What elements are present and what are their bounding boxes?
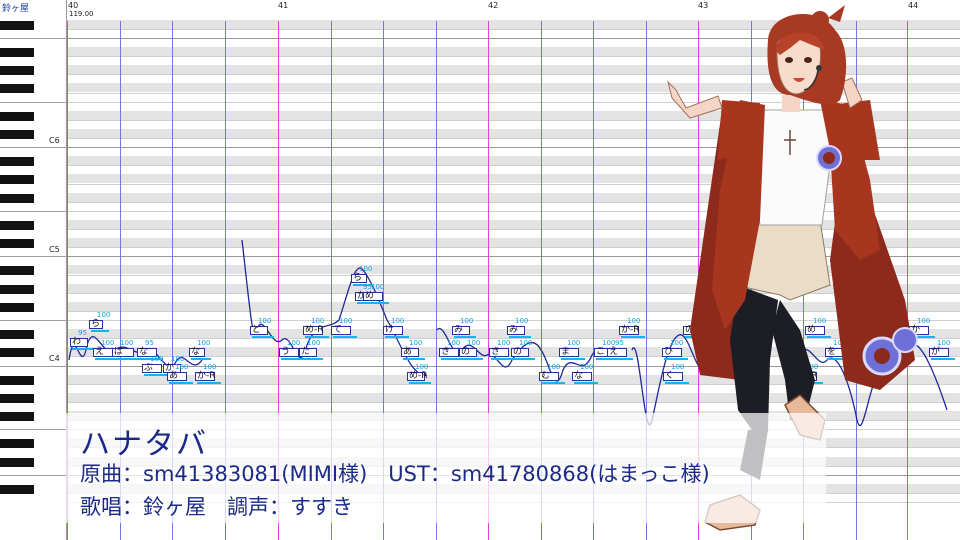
piano-roll-editor: 鈴ヶ屋 C6 C5 C4 119.00 40 41 42 43 44 わ 95 ら 100 え 100… — [0, 0, 960, 540]
credit-singer-tuner: 歌唱：鈴ヶ屋 調声：すすき — [80, 495, 353, 519]
song-credits-overlay: ハナタバ 原曲：sm41383081(MIMI様) UST：sm41780868… — [66, 413, 826, 523]
song-title: ハナタバ — [80, 427, 208, 462]
credit-original-ust: 原曲：sm41383081(MIMI様) UST：sm41780868(はまっこ… — [80, 462, 710, 486]
